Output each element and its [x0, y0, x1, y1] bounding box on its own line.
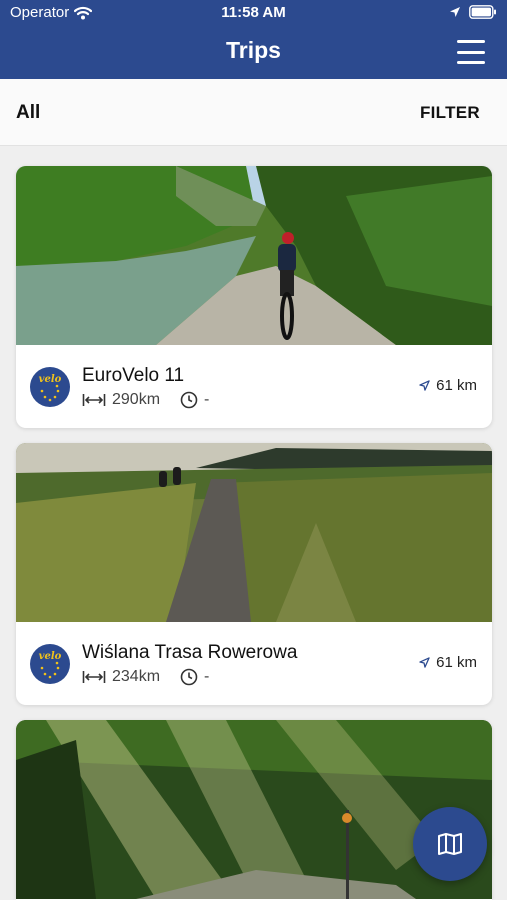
trip-card[interactable] [16, 720, 492, 900]
clock-icon [180, 391, 198, 409]
trip-length: 234km [112, 668, 161, 685]
trip-card[interactable]: velo Wiślana Trasa Rowerowa 234km - 61 k… [16, 443, 492, 705]
distance-value: 61 km [436, 377, 477, 394]
status-right [449, 5, 497, 19]
map-icon [438, 833, 462, 855]
trip-meta: 290km - [82, 391, 209, 409]
trips-screen: Operator 11:58 AM Trips All FILTER velo … [0, 0, 507, 900]
trip-distance-away: 61 km [419, 654, 477, 671]
eurovelo-logo: velo [30, 367, 70, 407]
trip-length: 290km [112, 391, 161, 408]
trip-info: velo EuroVelo 11 290km - 61 km [16, 345, 492, 428]
clock-icon [180, 668, 198, 686]
length-icon [82, 671, 106, 683]
length-icon [82, 394, 106, 406]
trip-photo [16, 443, 492, 622]
filter-selected-all[interactable]: All [16, 102, 40, 124]
app-header: Operator 11:58 AM Trips [0, 0, 507, 79]
trip-meta: 234km - [82, 668, 209, 686]
trip-duration: - [204, 391, 210, 408]
location-arrow-icon [450, 7, 460, 17]
filter-button[interactable]: FILTER [420, 103, 480, 123]
trip-photo [16, 166, 492, 345]
eurovelo-logo: velo [30, 644, 70, 684]
filter-bar: All FILTER [0, 79, 507, 146]
status-time: 11:58 AM [221, 4, 286, 21]
navigation-arrow-icon [419, 657, 430, 668]
trip-photo [16, 720, 492, 899]
hamburger-menu-icon[interactable] [457, 40, 485, 64]
status-bar: Operator 11:58 AM [0, 0, 507, 28]
trip-title: EuroVelo 11 [82, 365, 185, 386]
battery-icon [469, 5, 496, 19]
navigation-arrow-icon [419, 380, 430, 391]
map-button[interactable] [413, 807, 487, 881]
trip-distance-away: 61 km [419, 377, 477, 394]
trip-info: velo Wiślana Trasa Rowerowa 234km - 61 k… [16, 622, 492, 705]
trip-duration: - [204, 668, 210, 685]
trip-title: Wiślana Trasa Rowerowa [82, 642, 298, 663]
page-title: Trips [226, 37, 281, 63]
trip-card[interactable]: velo EuroVelo 11 290km - 61 km [16, 166, 492, 428]
distance-value: 61 km [436, 654, 477, 671]
